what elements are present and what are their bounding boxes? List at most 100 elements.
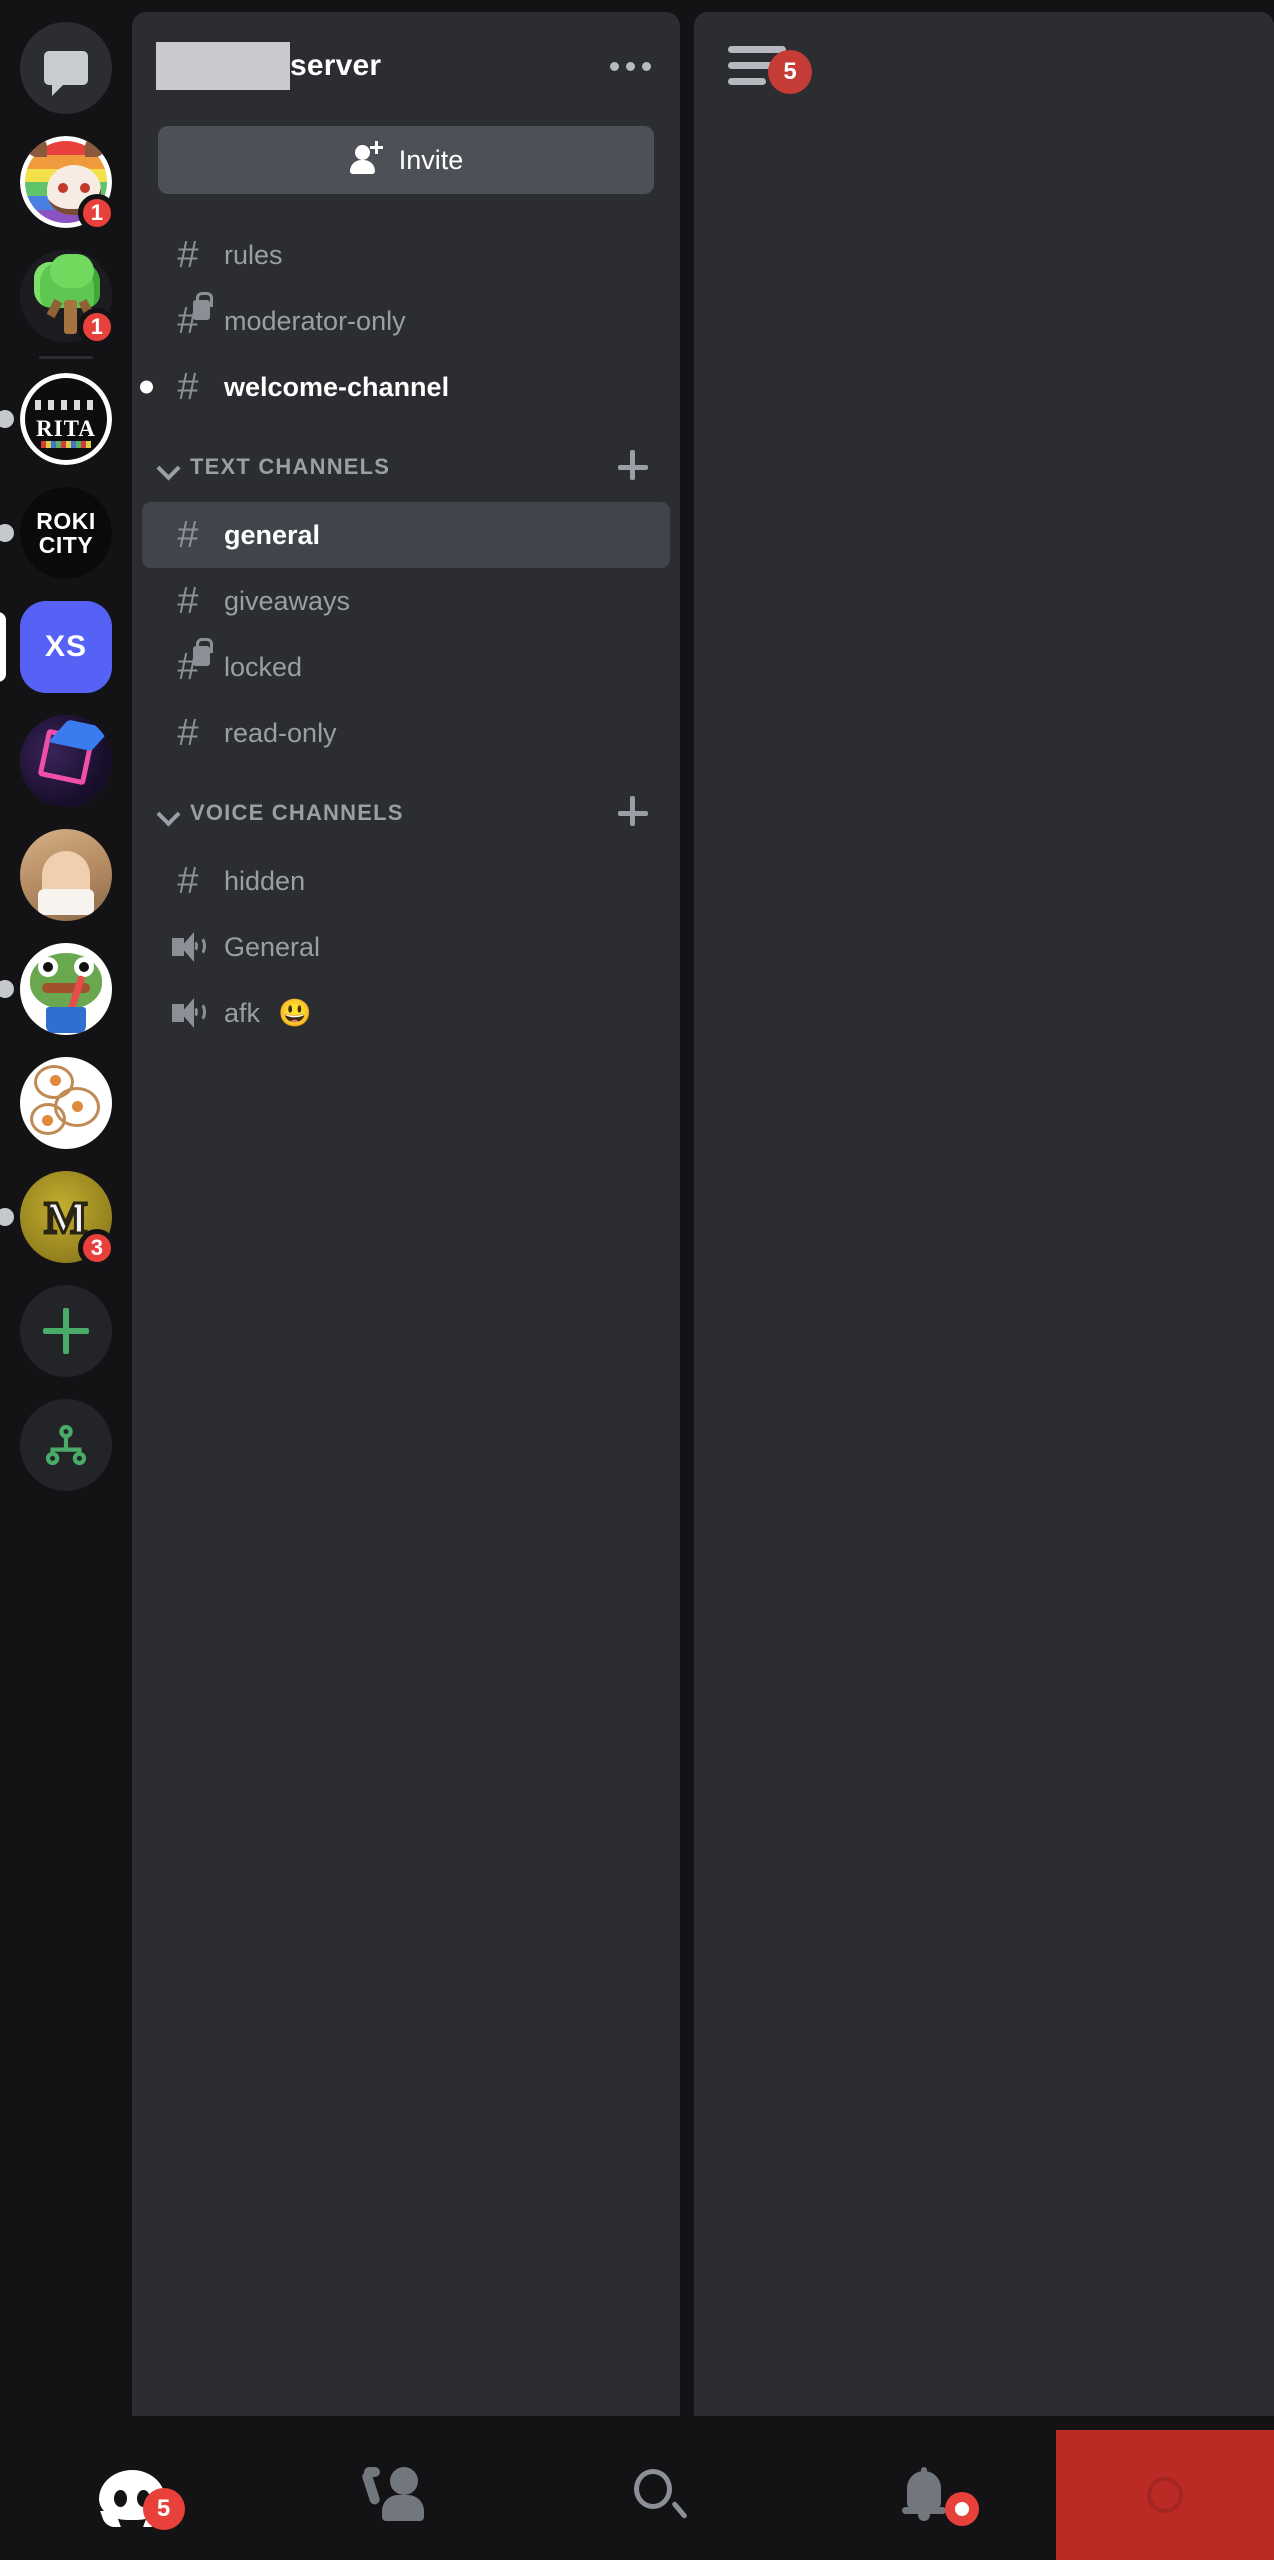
status-badge: 1 (77, 194, 116, 232)
group-label: VOICE CHANNELS (190, 800, 404, 825)
explore-compass-icon (20, 1399, 112, 1491)
explore-servers-button[interactable] (20, 1399, 112, 1491)
sidebar-item-server-red-panda[interactable]: 1 (20, 136, 116, 232)
bottom-navigation-bar: 5 (0, 2430, 1274, 2560)
server-initials: XS (44, 630, 88, 663)
mention-person-icon (360, 2467, 426, 2523)
sidebar-item-direct-messages[interactable] (20, 22, 112, 114)
hash-icon: # (177, 514, 199, 556)
channel-item-rules[interactable]: # rules (142, 222, 670, 288)
server-initials-line1: ROKI (36, 507, 96, 534)
group-header-text-channels[interactable]: TEXT CHANNELS (132, 432, 680, 502)
channel-item-afk[interactable]: afk 😃 (142, 980, 670, 1046)
tab-search[interactable] (528, 2430, 792, 2560)
channel-name: General (224, 931, 321, 962)
end-call-pane[interactable] (1056, 2430, 1274, 2560)
tab-mentions[interactable] (264, 2430, 528, 2560)
app-body: 1 1 RITA ROKI CITY XS M 3 server Invite … (0, 0, 1274, 2430)
unread-indicator (0, 1208, 14, 1226)
search-icon (632, 2467, 688, 2523)
tab-notifications[interactable] (792, 2430, 1056, 2560)
selected-indicator (0, 612, 6, 682)
channel-item-read-only[interactable]: # read-only (142, 700, 670, 766)
sidebar-item-server-pepe[interactable] (0, 943, 112, 1035)
unread-indicator (0, 524, 14, 542)
status-badge: 5 (768, 50, 812, 94)
channel-name: giveaways (224, 585, 351, 616)
add-server-button[interactable] (20, 1285, 112, 1377)
status-badge: 5 (142, 2488, 185, 2530)
channel-name: read-only (224, 717, 337, 748)
avatar (20, 715, 112, 807)
speaker-icon (170, 929, 206, 965)
sidebar-item-server-xs[interactable]: XS (0, 601, 112, 693)
channel-item-general[interactable]: # general (142, 502, 670, 568)
channel-name: hidden (224, 865, 306, 896)
sidebar-item-server-tree[interactable]: 1 (20, 250, 116, 346)
bell-icon (899, 2467, 949, 2523)
avatar (20, 943, 112, 1035)
status-badge: 3 (77, 1229, 116, 1267)
hash-icon: # (177, 860, 199, 902)
notification-dot-badge (945, 2492, 980, 2526)
server-initials-line2: CITY (38, 531, 94, 558)
channel-list: # rules # moderator-only # welcome-chann… (132, 194, 680, 1046)
sidebar-item-server-rita[interactable]: RITA (0, 373, 112, 465)
hash-locked-icon: # (170, 638, 213, 686)
rail-divider (39, 356, 93, 359)
unread-indicator (0, 980, 14, 998)
hash-icon: # (177, 580, 199, 622)
channel-list-panel: server Invite # rules # moderator-only #… (132, 12, 680, 2416)
channel-name: locked (224, 651, 303, 682)
channel-item-locked[interactable]: # locked (142, 634, 670, 700)
invite-button[interactable]: Invite (158, 126, 654, 194)
chat-peek-panel[interactable]: 5 (694, 12, 1274, 2416)
hash-locked-icon: # (170, 292, 213, 340)
channel-item-voice-general[interactable]: General (142, 914, 670, 980)
chevron-down-icon (156, 454, 182, 480)
peek-header: 5 (694, 12, 1274, 120)
channel-item-moderator-only[interactable]: # moderator-only (142, 288, 670, 354)
avatar: ROKI CITY (20, 487, 112, 579)
group-label: TEXT CHANNELS (190, 454, 391, 479)
avatar (20, 829, 112, 921)
avatar: XS (20, 601, 112, 693)
channel-item-giveaways[interactable]: # giveaways (142, 568, 670, 634)
avatar: RITA (20, 373, 112, 465)
discord-mobile-app: 1 1 RITA ROKI CITY XS M 3 server Invite … (0, 0, 1274, 2560)
channel-name: moderator-only (224, 305, 406, 336)
invite-button-label: Invite (398, 144, 464, 175)
plus-icon (20, 1285, 112, 1377)
channel-name: afk (224, 997, 261, 1028)
more-options-icon[interactable] (604, 40, 656, 92)
add-voice-channel-icon[interactable] (610, 791, 654, 835)
sidebar-item-server-doodle[interactable] (20, 1057, 112, 1149)
person-add-icon (349, 141, 383, 177)
channel-name: general (224, 519, 321, 550)
add-text-channel-icon[interactable] (610, 445, 654, 489)
redaction-box (156, 42, 290, 90)
server-name-text: server (290, 49, 382, 82)
group-header-voice-channels[interactable]: VOICE CHANNELS (132, 778, 680, 848)
tab-servers[interactable]: 5 (0, 2430, 264, 2560)
sidebar-item-server-roki-city[interactable]: ROKI CITY (0, 487, 112, 579)
chevron-down-icon (156, 800, 182, 826)
status-badge: 1 (77, 308, 116, 346)
channel-emoji: 😃 (278, 997, 312, 1028)
hash-icon: # (177, 366, 199, 408)
channel-item-hidden[interactable]: # hidden (142, 848, 670, 914)
sidebar-item-server-cube[interactable] (20, 715, 112, 807)
sidebar-item-server-sauna[interactable] (20, 829, 112, 921)
hash-icon: # (177, 234, 199, 276)
unread-indicator (140, 380, 153, 394)
server-rail[interactable]: 1 1 RITA ROKI CITY XS M 3 (0, 0, 132, 2430)
hash-icon: # (177, 712, 199, 754)
channel-name: rules (224, 239, 283, 270)
channel-name: welcome-channel (224, 371, 450, 402)
panel-header: server (132, 12, 680, 120)
sidebar-item-server-m[interactable]: M 3 (0, 1171, 116, 1267)
server-initials: RITA (36, 416, 96, 441)
channel-item-welcome-channel[interactable]: # welcome-channel (140, 354, 670, 420)
record-circle-icon (1147, 2477, 1183, 2513)
avatar (20, 1057, 112, 1149)
